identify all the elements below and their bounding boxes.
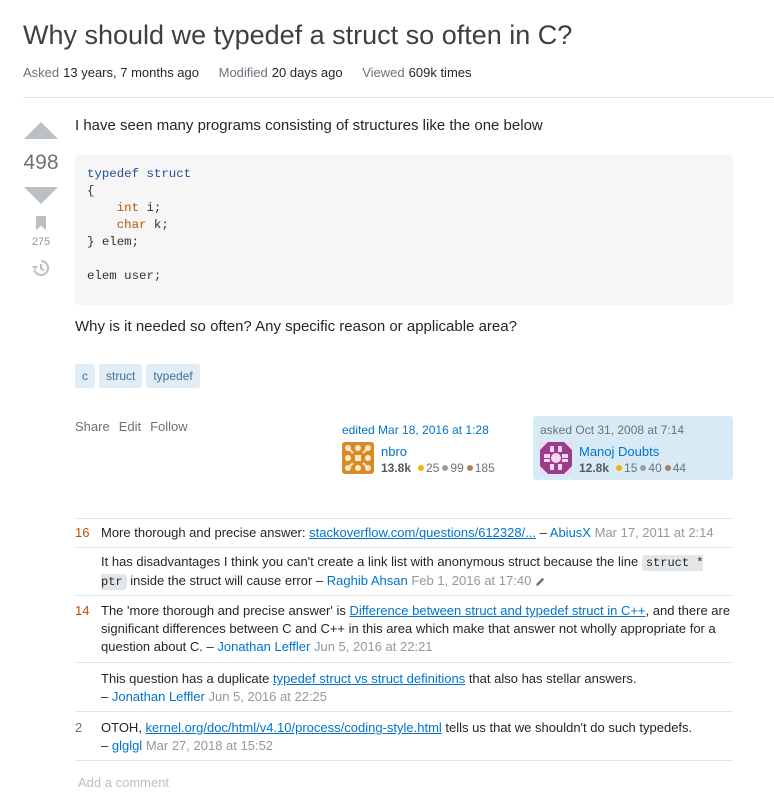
- vote-count: 498: [23, 151, 59, 174]
- asked-value: 13 years, 7 months ago: [63, 65, 199, 80]
- comment-time[interactable]: Mar 17, 2011 at 2:14: [595, 525, 714, 540]
- tag-typedef[interactable]: typedef: [146, 364, 200, 389]
- gold-badge-icon: [418, 465, 425, 472]
- share-link[interactable]: Share: [75, 418, 110, 436]
- body-paragraph-2: Why is it needed so often? Any specific …: [75, 318, 517, 335]
- comment-author[interactable]: Jonathan Leffler: [112, 689, 205, 704]
- vote-cell: 498 275: [20, 118, 62, 283]
- comment-author[interactable]: Raghib Ahsan: [327, 573, 408, 588]
- silver-badge-icon: [442, 465, 449, 472]
- comment-score: 16: [75, 525, 90, 540]
- history-icon[interactable]: [31, 258, 51, 278]
- silver-badge-icon: [640, 465, 647, 472]
- modified-label: Modified: [218, 65, 268, 80]
- bookmark-count: 275: [31, 236, 51, 248]
- downvote-arrow-icon[interactable]: [24, 187, 58, 204]
- comment-link[interactable]: Difference between struct and typedef st…: [349, 603, 645, 618]
- comment-author[interactable]: AbiusX: [550, 525, 591, 540]
- comment-body: More thorough and precise answer: stacko…: [101, 525, 714, 540]
- bronze-badge-icon: [466, 465, 473, 472]
- body-paragraph-1: I have seen many programs consisting of …: [75, 117, 543, 134]
- code-block: typedef struct { int i; char k; } elem; …: [75, 154, 733, 305]
- comment-author[interactable]: glglgl: [112, 738, 142, 753]
- editor-reputation: 13.8k 25 99 185: [381, 461, 495, 475]
- comment-score: 2: [75, 720, 83, 735]
- bookmark-icon[interactable]: [36, 216, 46, 230]
- comment-time[interactable]: Jun 5, 2016 at 22:25: [208, 689, 327, 704]
- gold-badge-icon: [616, 465, 623, 472]
- comment-link[interactable]: typedef struct vs struct definitions: [273, 671, 465, 686]
- editor-avatar[interactable]: [342, 442, 374, 474]
- upvote-arrow-icon[interactable]: [24, 122, 58, 139]
- comment-score: 14: [75, 603, 90, 618]
- tag-struct[interactable]: struct: [99, 364, 143, 389]
- comment-time[interactable]: Jun 5, 2016 at 22:21: [314, 639, 433, 654]
- comment-body: This question has a duplicate typedef st…: [101, 671, 637, 704]
- comment-author[interactable]: Jonathan Leffler: [217, 639, 310, 654]
- follow-link[interactable]: Follow: [150, 418, 188, 436]
- owner-avatar[interactable]: [540, 442, 572, 474]
- comment-body: OTOH, kernel.org/doc/html/v4.10/process/…: [101, 720, 693, 753]
- question-title[interactable]: Why should we typedef a struct so often …: [23, 20, 572, 51]
- owner-card: asked Oct 31, 2008 at 7:14 Manoj Doubts …: [533, 416, 733, 480]
- bronze-badge-icon: [664, 465, 671, 472]
- viewed-label: Viewed: [362, 65, 405, 80]
- comment-time[interactable]: Feb 1, 2016 at 17:40: [411, 573, 531, 588]
- add-comment-link[interactable]: Add a comment: [78, 774, 169, 792]
- asked-time: asked Oct 31, 2008 at 7:14: [540, 423, 685, 437]
- editor-name[interactable]: nbro: [381, 443, 407, 461]
- question-body: I have seen many programs consisting of …: [75, 116, 733, 480]
- asked-label: Asked: [23, 65, 60, 80]
- comment-time[interactable]: Mar 27, 2018 at 15:52: [146, 738, 273, 753]
- owner-name[interactable]: Manoj Doubts: [579, 443, 659, 461]
- tag-c[interactable]: c: [75, 364, 95, 389]
- comment-body: It has disadvantages I think you can't c…: [101, 554, 704, 590]
- comment-body: The 'more thorough and precise answer' i…: [101, 603, 731, 654]
- edited-time-link[interactable]: edited Mar 18, 2016 at 1:28: [342, 422, 528, 438]
- owner-reputation: 12.8k 15 40 44: [579, 461, 687, 475]
- modified-value[interactable]: 20 days ago: [272, 65, 343, 80]
- header-divider: [23, 97, 774, 98]
- question-meta: Asked 13 years, 7 months ago Modified 20 d…: [23, 65, 488, 80]
- comment-link[interactable]: kernel.org/doc/html/v4.10/process/coding…: [146, 720, 442, 735]
- post-menu: Share Edit Follow: [75, 418, 188, 436]
- tag-list: c struct typedef: [75, 364, 200, 389]
- comment-item: This question has a duplicate typedef st…: [75, 663, 733, 712]
- editor-card: edited Mar 18, 2016 at 1:28 nbro 13.8k 25…: [335, 416, 535, 480]
- edit-link[interactable]: Edit: [119, 418, 141, 436]
- comment-item: It has disadvantages I think you can't c…: [75, 547, 733, 596]
- viewed-value: 609k times: [408, 65, 472, 80]
- comment-item: 16 More thorough and precise answer: sta…: [75, 518, 733, 548]
- comment-link[interactable]: stackoverflow.com/questions/612328/...: [309, 525, 536, 540]
- comment-item: 14 The 'more thorough and precise answer…: [75, 596, 733, 663]
- comment-item: 2 OTOH, kernel.org/doc/html/v4.10/proces…: [75, 712, 733, 761]
- pencil-edit-icon[interactable]: [535, 576, 546, 587]
